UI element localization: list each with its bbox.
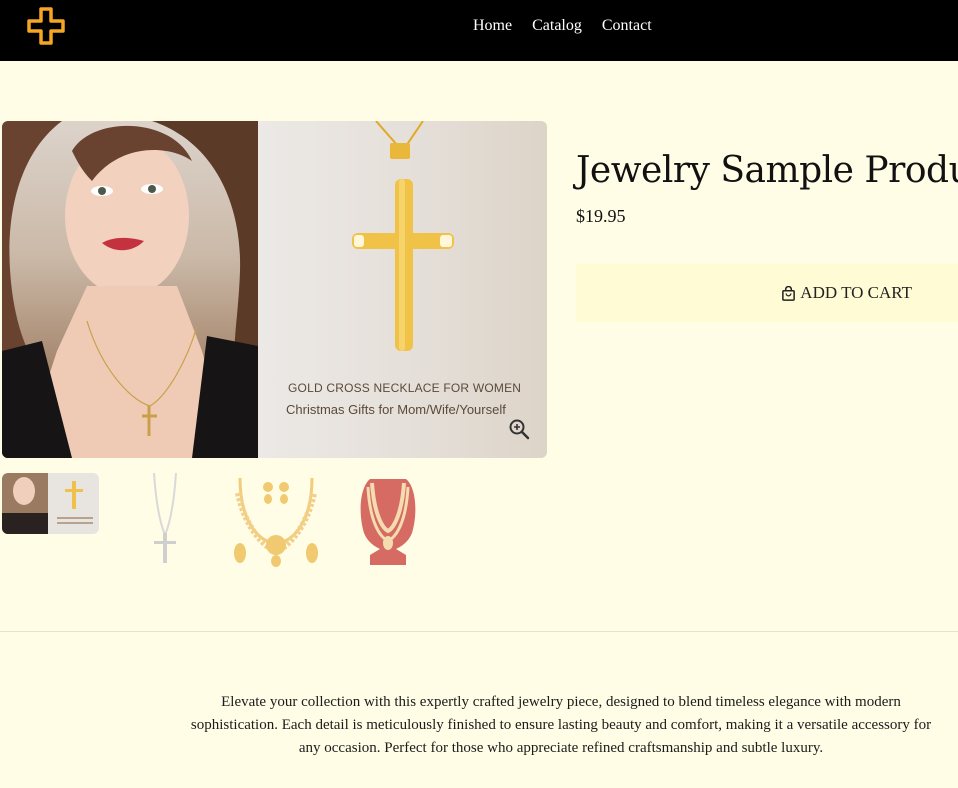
- nav-catalog[interactable]: Catalog: [522, 16, 592, 36]
- thumbnail-necklace-bust[interactable]: [350, 473, 426, 568]
- shopping-bag-icon: [782, 285, 796, 301]
- main-product-image[interactable]: GOLD CROSS NECKLACE FOR WOMEN Christmas …: [2, 121, 547, 458]
- thumbnail-necklace-set[interactable]: [230, 473, 322, 568]
- product-description: Elevate your collection with this expert…: [190, 694, 932, 756]
- image-caption-line1: GOLD CROSS NECKLACE FOR WOMEN: [288, 381, 522, 395]
- thumbnail-silver-cross[interactable]: [130, 472, 200, 568]
- section-divider: [0, 631, 958, 632]
- model-photo: [2, 121, 258, 458]
- image-caption-line2: Christmas Gifts for Mom/Wife/Yourself: [286, 402, 506, 417]
- add-to-cart-button[interactable]: ADD TO CART: [576, 264, 958, 322]
- nav-home[interactable]: Home: [463, 16, 522, 36]
- product-title: Jewelry Sample Product: [576, 150, 958, 191]
- site-header: Home Catalog Contact: [0, 0, 958, 61]
- thumbnail-gold-cross[interactable]: [2, 473, 99, 534]
- product-price: $19.95: [576, 206, 626, 226]
- main-nav: Home Catalog Contact: [463, 16, 662, 36]
- nav-contact[interactable]: Contact: [592, 16, 662, 36]
- cross-logo-icon[interactable]: [26, 6, 66, 46]
- zoom-in-icon[interactable]: [508, 418, 530, 440]
- add-to-cart-label: ADD TO CART: [800, 283, 912, 302]
